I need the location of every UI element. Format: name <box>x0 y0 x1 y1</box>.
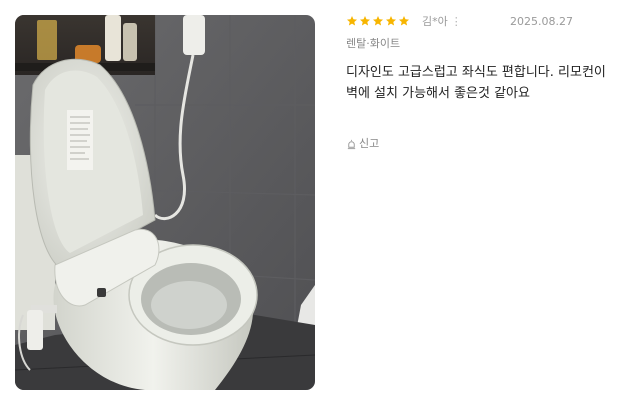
star-icon <box>372 15 384 27</box>
rating-stars <box>346 15 410 27</box>
review-author: 김*아 ⋮ <box>422 15 462 29</box>
review-photo[interactable] <box>15 15 315 390</box>
more-options-icon[interactable]: ⋮ <box>451 15 462 29</box>
star-icon <box>359 15 371 27</box>
star-icon <box>385 15 397 27</box>
siren-icon <box>346 139 357 150</box>
review-date: 2025.08.27 <box>510 15 573 28</box>
review-card: 김*아 ⋮ 2025.08.27 렌탈·화이트 디자인도 고급스럽고 좌식도 편… <box>0 0 641 405</box>
purchase-option: 렌탈·화이트 <box>346 37 401 50</box>
review-text: 디자인도 고급스럽고 좌식도 편합니다. 리모컨이 벽에 설치 가능해서 좋은것… <box>346 65 606 101</box>
star-icon <box>398 15 410 27</box>
star-icon <box>346 15 358 27</box>
report-button[interactable]: 신고 <box>346 137 379 151</box>
report-label: 신고 <box>359 137 380 150</box>
author-name: 김*아 <box>422 15 448 28</box>
